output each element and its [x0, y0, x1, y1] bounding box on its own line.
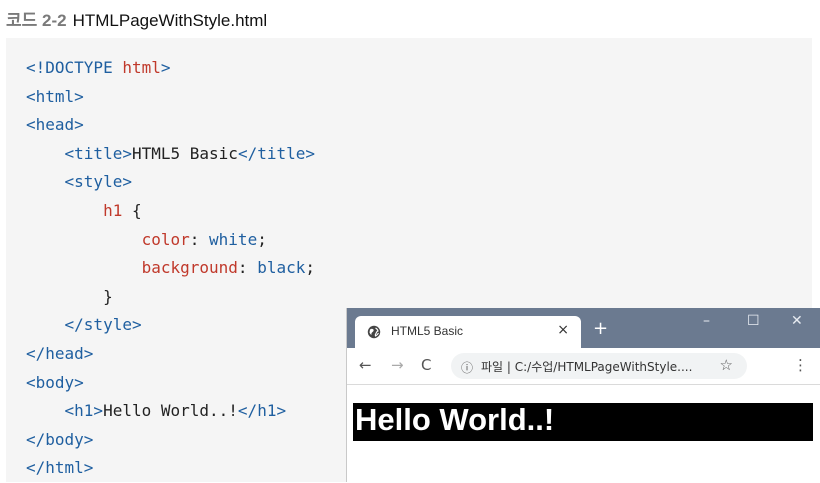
- code-token: </h1>: [237, 401, 287, 421]
- code-line: <head>: [26, 111, 315, 140]
- globe-icon: [367, 325, 381, 339]
- code-token: ;: [305, 258, 315, 278]
- browser-window: HTML5 Basic × + – ☐ ✕ ← → C ⓘ 파일 | C:/수업…: [346, 308, 820, 482]
- code-token: <head>: [26, 115, 84, 135]
- code-token: </head>: [26, 343, 94, 363]
- code-token: black: [257, 258, 306, 278]
- code-token: <!DOCTYPE: [26, 58, 123, 77]
- star-icon[interactable]: ☆: [720, 356, 733, 374]
- new-tab-icon[interactable]: +: [593, 318, 608, 339]
- code-line: <h1>Hello World..!</h1>: [26, 397, 315, 426]
- code-token: <body>: [26, 372, 84, 392]
- caption-label: 코드 2-2: [6, 11, 67, 30]
- minimize-icon[interactable]: –: [703, 313, 710, 329]
- code-line: <style>: [26, 168, 315, 197]
- code-token: :: [189, 229, 210, 249]
- code-token: }: [26, 286, 113, 306]
- code-token: </html>: [26, 458, 94, 478]
- code-line: color: white;: [26, 226, 315, 255]
- forward-arrow-icon[interactable]: →: [391, 356, 404, 374]
- code-line: }: [26, 283, 315, 312]
- code-token: {: [122, 200, 142, 220]
- code-token: >: [160, 58, 171, 77]
- code-token: </body>: [26, 429, 94, 449]
- code-token: Hello World..!: [103, 401, 238, 421]
- code-token: color: [141, 229, 190, 249]
- code-token: ;: [257, 229, 267, 249]
- maximize-icon[interactable]: ☐: [747, 313, 760, 329]
- code-block: <!DOCTYPE html> <html> <head> <title>HTML5…: [26, 54, 315, 483]
- address-bar[interactable]: ⓘ 파일 | C:/수업/HTMLPageWithStyle.... ☆: [451, 353, 747, 379]
- browser-tab[interactable]: HTML5 Basic ×: [355, 316, 581, 348]
- code-token: h1: [103, 200, 123, 220]
- code-token: html: [122, 58, 161, 77]
- code-line: <!DOCTYPE html>: [26, 54, 315, 83]
- code-line: </body>: [26, 426, 315, 455]
- code-line: background: black;: [26, 254, 315, 283]
- rendered-heading-text: Hello World..!: [355, 402, 555, 437]
- code-token: background: [141, 258, 238, 278]
- code-line: <body>: [26, 369, 315, 398]
- code-line: </html>: [26, 454, 315, 483]
- figure-caption: 코드 2-2 HTMLPageWithStyle.html: [6, 6, 267, 31]
- url-text: 파일 | C:/수업/HTMLPageWithStyle....: [481, 360, 693, 374]
- back-arrow-icon[interactable]: ←: [359, 356, 372, 374]
- code-token: <title>: [64, 143, 132, 163]
- code-token: </style>: [64, 315, 142, 335]
- code-token: <h1>: [64, 401, 104, 421]
- code-token: white: [209, 229, 258, 249]
- code-line: <title>HTML5 Basic</title>: [26, 140, 315, 169]
- reload-icon[interactable]: C: [421, 356, 431, 374]
- code-token: HTML5 Basic: [131, 143, 238, 163]
- page-viewport: Hello World..!: [347, 385, 820, 482]
- browser-titlebar: HTML5 Basic × + – ☐ ✕: [347, 308, 820, 348]
- code-token: </title>: [237, 143, 315, 163]
- code-line: </style>: [26, 311, 315, 340]
- rendered-heading: Hello World..!: [353, 402, 813, 441]
- caption-filename: HTMLPageWithStyle.html: [72, 11, 268, 30]
- info-icon[interactable]: ⓘ: [461, 359, 473, 376]
- code-token: :: [237, 258, 258, 278]
- menu-dots-icon[interactable]: ⋮: [793, 356, 808, 374]
- tab-close-icon[interactable]: ×: [557, 322, 569, 338]
- code-token: <style>: [64, 172, 132, 192]
- code-token: <html>: [26, 86, 84, 106]
- code-line: h1 {: [26, 197, 315, 226]
- code-line: </head>: [26, 340, 315, 369]
- code-line: <html>: [26, 83, 315, 112]
- tab-title: HTML5 Basic: [391, 324, 464, 338]
- browser-toolbar: ← → C ⓘ 파일 | C:/수업/HTMLPageWithStyle....…: [347, 348, 820, 385]
- window-close-icon[interactable]: ✕: [791, 313, 803, 329]
